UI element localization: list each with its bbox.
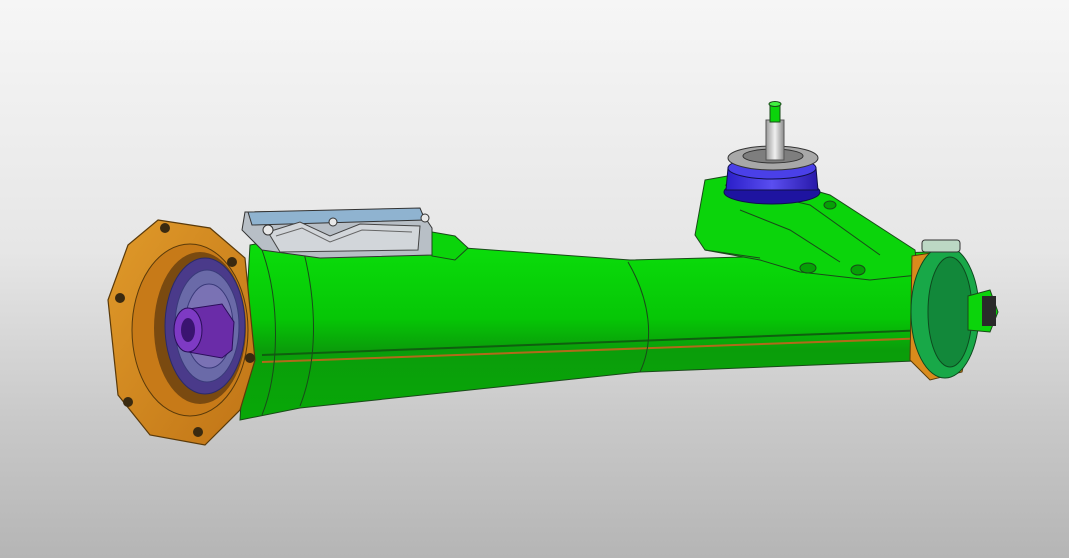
steering-rack-model[interactable] (0, 0, 1069, 558)
control-unit[interactable] (241, 207, 469, 261)
cad-viewport[interactable] (0, 0, 1069, 558)
pinion-shaft[interactable] (765, 101, 785, 161)
input-shaft-sleeve[interactable] (173, 303, 235, 359)
outlet-coupler[interactable] (967, 289, 999, 333)
